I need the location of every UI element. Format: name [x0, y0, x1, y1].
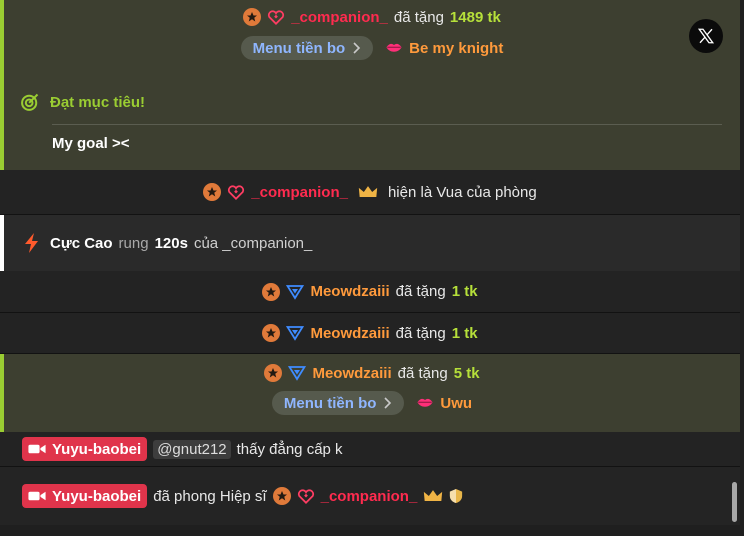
- heart-diamond-icon: [227, 183, 245, 201]
- star-badge-icon: [243, 8, 262, 26]
- vibration-verb: rung: [118, 234, 149, 252]
- kiss-lips-icon: [385, 41, 403, 55]
- vibration-message: Cực Cao rung 120s của _companion_: [0, 215, 740, 271]
- tip-item-label: Uwu: [440, 394, 473, 412]
- chevron-right-icon: [351, 42, 361, 54]
- target-icon: [20, 92, 40, 112]
- tipper-name[interactable]: _companion_: [291, 9, 388, 26]
- tip-amount: 1489 tk: [449, 8, 501, 26]
- vibration-duration: 120s: [154, 234, 188, 252]
- host-name: Yuyu-baobei: [52, 487, 142, 505]
- gift-action: đã tặng: [395, 324, 446, 342]
- camera-icon: [28, 443, 46, 455]
- star-badge-icon: [264, 364, 283, 382]
- camera-icon: [28, 490, 46, 502]
- goal-title: Đạt mục tiêu!: [50, 93, 146, 111]
- tip-menu-line: Menu tiền bo Be my knight: [4, 36, 740, 60]
- crown-icon: [423, 489, 443, 503]
- host-name: Yuyu-baobei: [52, 440, 142, 458]
- shield-icon: [449, 488, 463, 504]
- gift-action: đã tặng: [395, 283, 446, 300]
- tip-menu-line: Menu tiền bo Uwu: [4, 391, 740, 415]
- tip-item: Be my knight: [385, 40, 503, 57]
- chat-message-2: Yuyu-baobei đã phong Hiệp sĩ _companion_: [0, 467, 740, 525]
- star-badge-icon: [262, 282, 281, 301]
- tip-action: đã tặng: [397, 364, 448, 382]
- gift-amount: 1 tk: [451, 324, 478, 342]
- tip-message-1: _companion_ đã tặng 1489 tk Menu tiền bo…: [0, 0, 740, 74]
- goal-divider: [52, 124, 722, 125]
- chevron-right-icon: [382, 397, 392, 409]
- tip-message-2: Meowdzaiii đã tặng 5 tk Menu tiền bo Uwu: [0, 354, 740, 432]
- heart-diamond-icon: [267, 8, 285, 26]
- chat-feed: _companion_ đã tặng 1489 tk Menu tiền bo…: [0, 0, 740, 536]
- mention-tag[interactable]: @gnut212: [153, 439, 231, 459]
- x-logo-button[interactable]: [689, 19, 723, 53]
- gifter-name[interactable]: Meowdzaiii: [310, 325, 389, 342]
- x-logo-icon: [697, 27, 715, 45]
- message-text: đã phong Hiệp sĩ: [153, 487, 267, 505]
- vibration-source: của _companion_: [193, 234, 313, 252]
- gift-message-3: Meowdzaiii đã tặng 1 tk: [0, 313, 740, 354]
- king-text: hiện là Vua của phòng: [387, 183, 537, 201]
- scrollbar-thumb[interactable]: [732, 482, 737, 522]
- gift-amount: 1 tk: [451, 283, 478, 300]
- gifter-name[interactable]: Meowdzaiii: [310, 283, 389, 300]
- chat-message-1: Yuyu-baobei @gnut212 thấy đẳng cấp k: [0, 432, 740, 467]
- vibration-level: Cực Cao: [50, 234, 113, 252]
- tip-menu-label: Menu tiền bo: [252, 39, 346, 57]
- king-user-name[interactable]: _companion_: [251, 184, 348, 201]
- host-tag[interactable]: Yuyu-baobei: [22, 437, 148, 461]
- message-text: thấy đẳng cấp k: [236, 440, 343, 458]
- tip-line: _companion_ đã tặng 1489 tk: [4, 6, 740, 28]
- triangle-badge-icon: [286, 284, 305, 300]
- triangle-badge-icon: [288, 365, 307, 381]
- goal-text: My goal ><: [52, 135, 130, 152]
- tipper-name[interactable]: Meowdzaiii: [312, 365, 391, 382]
- knighted-user-name[interactable]: _companion_: [321, 488, 418, 505]
- scrollbar-track[interactable]: [727, 0, 744, 536]
- tip-action: đã tặng: [393, 8, 444, 26]
- tip-item-label: Be my knight: [409, 39, 504, 57]
- tip-menu-label: Menu tiền bo: [283, 394, 377, 412]
- heart-diamond-icon: [297, 487, 315, 505]
- goal-message: Đạt mục tiêu! My goal ><: [0, 74, 740, 170]
- king-message: _companion_ hiện là Vua của phòng: [0, 170, 740, 215]
- tip-line: Meowdzaiii đã tặng 5 tk: [4, 363, 740, 383]
- tip-menu-button[interactable]: Menu tiền bo: [271, 391, 405, 415]
- lightning-icon: [24, 233, 40, 253]
- star-badge-icon: [203, 183, 222, 201]
- tip-menu-button[interactable]: Menu tiền bo: [240, 36, 374, 60]
- crown-icon: [358, 185, 378, 199]
- goal-header: Đạt mục tiêu!: [20, 92, 722, 112]
- kiss-lips-icon: [416, 396, 434, 410]
- star-badge-icon: [272, 487, 291, 505]
- tip-item: Uwu: [416, 395, 472, 412]
- triangle-badge-icon: [286, 325, 305, 341]
- tip-amount: 5 tk: [453, 364, 480, 382]
- gift-message-2: Meowdzaiii đã tặng 1 tk: [0, 271, 740, 313]
- star-badge-icon: [262, 324, 281, 342]
- host-tag[interactable]: Yuyu-baobei: [22, 484, 148, 508]
